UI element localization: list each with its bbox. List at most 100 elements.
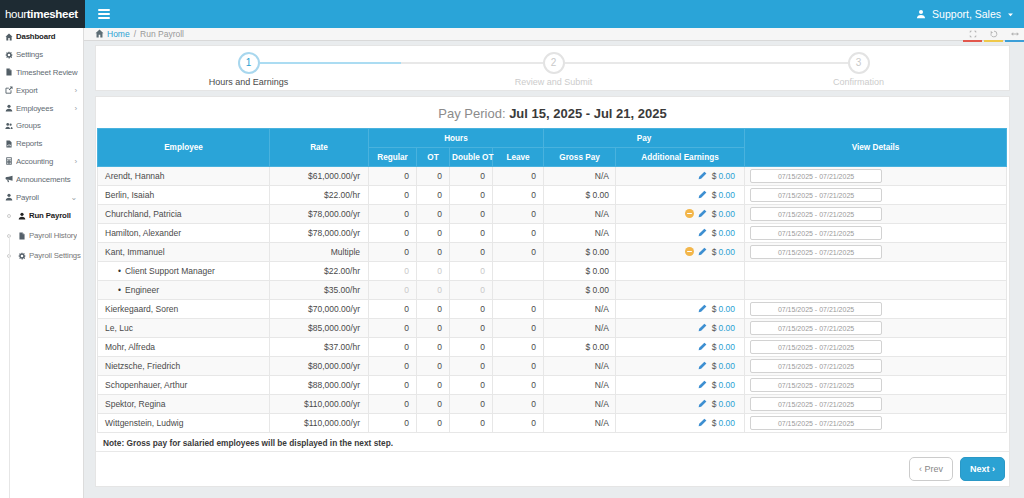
view-details-cell (745, 395, 1007, 414)
warning-icon[interactable] (685, 247, 694, 256)
expand-button[interactable] (963, 28, 982, 41)
leave-hours-cell: 0 (493, 338, 544, 357)
edit-pencil-icon[interactable] (698, 228, 707, 239)
sidebar-item-announcements[interactable]: Announcements (0, 170, 83, 188)
edit-pencil-icon[interactable] (698, 380, 707, 391)
sidebar-item-employees[interactable]: Employees› (0, 99, 83, 117)
collapse-button[interactable] (1005, 28, 1024, 41)
additional-earnings-value[interactable]: 0.00 (719, 190, 736, 200)
date-range-input[interactable] (750, 378, 882, 392)
additional-earnings-value[interactable]: 0.00 (719, 399, 736, 409)
edit-pencil-icon[interactable] (698, 418, 707, 429)
ot-hours-cell: 0 (417, 281, 450, 300)
sidebar-item-groups[interactable]: Groups (0, 117, 83, 135)
date-range-input[interactable] (750, 169, 882, 183)
sidebar-subitem-payroll-history[interactable]: Payroll History (0, 226, 83, 246)
user-menu[interactable]: Support, Sales (916, 0, 1014, 28)
regular-hours-cell: 0 (369, 395, 417, 414)
employee-name: •Client Support Manager (98, 262, 270, 281)
date-range-input[interactable] (750, 302, 882, 316)
col-group-hours: Hours (369, 129, 544, 148)
gross-pay-cell: N/A (544, 376, 616, 395)
home-icon (4, 33, 13, 41)
double-ot-hours-cell: 0 (450, 395, 493, 414)
edit-pencil-icon[interactable] (698, 399, 707, 410)
additional-earnings-value[interactable]: 0.00 (719, 418, 736, 428)
app-logo[interactable]: hourtimesheet (0, 0, 85, 28)
gross-pay-cell: N/A (544, 205, 616, 224)
gross-pay-cell: $ 0.00 (544, 262, 616, 281)
top-navbar: hourtimesheet Support, Sales (0, 0, 1024, 28)
next-button[interactable]: Next › (960, 457, 1005, 481)
payroll-subrow: •Client Support Manager$22.00/hr000$ 0.0… (98, 262, 1007, 281)
date-range-input[interactable] (750, 226, 882, 240)
payroll-row: Wittgenstein, Ludwig$110,000.00/yr0000N/… (98, 414, 1007, 433)
regular-hours-cell: 0 (369, 376, 417, 395)
view-details-cell (745, 224, 1007, 243)
sidebar-item-export[interactable]: Export› (0, 81, 83, 99)
employee-name: Wittgenstein, Ludwig (98, 414, 270, 433)
additional-earnings-value[interactable]: 0.00 (719, 247, 736, 257)
sidebar-item-settings[interactable]: Settings (0, 46, 83, 64)
refresh-button[interactable] (984, 28, 1003, 41)
leave-hours-cell (493, 281, 544, 300)
edit-pencil-icon[interactable] (698, 190, 707, 201)
employee-name: Churchland, Patricia (98, 205, 270, 224)
home-icon (95, 29, 104, 40)
pay-period-value: Jul 15, 2025 - Jul 21, 2025 (509, 106, 667, 121)
additional-earnings-value[interactable]: 0.00 (719, 323, 736, 333)
double-ot-hours-cell: 0 (450, 262, 493, 281)
additional-earnings-value[interactable]: 0.00 (719, 171, 736, 181)
additional-earnings-value[interactable]: 0.00 (719, 361, 736, 371)
payroll-row: Churchland, Patricia$78,000.00/yr0000N/A… (98, 205, 1007, 224)
sidebar-toggle-button[interactable] (89, 0, 119, 28)
additional-earnings-value[interactable]: 0.00 (719, 209, 736, 219)
view-details-cell (745, 243, 1007, 262)
regular-hours-cell: 0 (369, 186, 417, 205)
date-range-input[interactable] (750, 207, 882, 221)
sidebar-subitem-payroll-settings[interactable]: Payroll Settings (0, 246, 83, 266)
gross-pay-cell: N/A (544, 319, 616, 338)
col-header-gross-pay: Gross Pay (544, 148, 616, 167)
additional-earnings-value[interactable]: 0.00 (719, 228, 736, 238)
view-details-cell (745, 186, 1007, 205)
double-ot-hours-cell: 0 (450, 319, 493, 338)
prev-button[interactable]: ‹ Prev (909, 457, 953, 481)
logo-text-thin: hour (5, 8, 27, 20)
regular-hours-cell: 0 (369, 224, 417, 243)
breadcrumb-home-link[interactable]: Home (95, 29, 130, 40)
additional-earnings-cell: $0.00 (616, 338, 745, 357)
warning-icon[interactable] (685, 209, 694, 218)
payroll-row: Arendt, Hannah$61,000.00/yr0000N/A$0.00 (98, 167, 1007, 186)
edit-pencil-icon[interactable] (698, 342, 707, 353)
date-range-input[interactable] (750, 397, 882, 411)
edit-pencil-icon[interactable] (698, 323, 707, 334)
edit-pencil-icon[interactable] (698, 304, 707, 315)
date-range-input[interactable] (750, 321, 882, 335)
megaphone-icon (4, 175, 13, 183)
double-ot-hours-cell: 0 (450, 224, 493, 243)
breadcrumb-current: Run Payroll (140, 29, 184, 39)
edit-pencil-icon[interactable] (698, 171, 707, 182)
sidebar-item-reports[interactable]: Reports (0, 135, 83, 153)
date-range-input[interactable] (750, 340, 882, 354)
employee-name: •Engineer (98, 281, 270, 300)
date-range-input[interactable] (750, 245, 882, 259)
date-range-input[interactable] (750, 359, 882, 373)
date-range-input[interactable] (750, 416, 882, 430)
additional-earnings-value[interactable]: 0.00 (719, 380, 736, 390)
additional-earnings-cell: $0.00 (616, 376, 745, 395)
step-label: Hours and Earnings (189, 77, 309, 87)
sidebar-item-timesheet-review[interactable]: Timesheet Review (0, 64, 83, 82)
sidebar-item-payroll[interactable]: Payroll⌄ (0, 188, 83, 206)
sidebar-item-accounting[interactable]: Accounting› (0, 153, 83, 171)
edit-pencil-icon[interactable] (698, 247, 707, 258)
edit-pencil-icon[interactable] (698, 209, 707, 220)
sidebar-subitem-run-payroll[interactable]: Run Payroll (0, 206, 83, 226)
sidebar-item-dashboard[interactable]: Dashboard (0, 28, 83, 46)
additional-earnings-value[interactable]: 0.00 (719, 304, 736, 314)
date-range-input[interactable] (750, 188, 882, 202)
additional-earnings-cell: $0.00 (616, 167, 745, 186)
edit-pencil-icon[interactable] (698, 361, 707, 372)
additional-earnings-value[interactable]: 0.00 (719, 342, 736, 352)
